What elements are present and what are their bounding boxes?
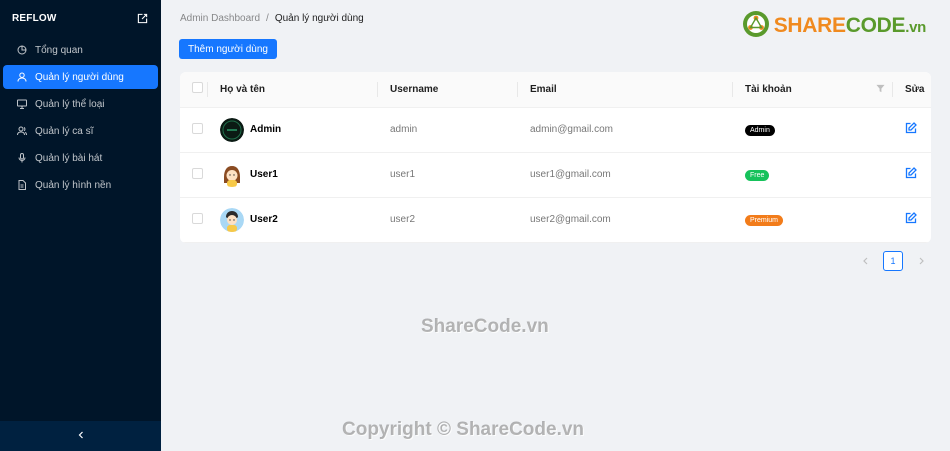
pagination: 1 (855, 251, 931, 271)
avatar (220, 117, 244, 142)
sidebar-item-wallpapers[interactable]: Quản lý hình nền (3, 173, 158, 197)
chevron-left-icon (77, 431, 85, 442)
main-content: Admin Dashboard / Quản lý người dùng Thê… (161, 0, 950, 451)
name-cell: Admin (208, 107, 378, 153)
account-tag: Admin (745, 124, 775, 136)
breadcrumb: Admin Dashboard / Quản lý người dùng (180, 13, 364, 24)
column-header-email[interactable]: Email (518, 72, 733, 108)
edit-icon[interactable] (905, 167, 917, 179)
name-cell: User1 (208, 152, 378, 198)
name-cell: User2 (208, 197, 378, 243)
sidebar-item-label: Quản lý người dùng (35, 71, 124, 83)
account-tag: Premium (745, 214, 784, 226)
username-cell: admin (378, 107, 518, 153)
user-icon (17, 72, 27, 82)
select-all-cell (180, 72, 208, 108)
column-header-name[interactable]: Họ và tên (208, 72, 378, 108)
edit-cell (893, 152, 931, 198)
user-name: User1 (250, 169, 278, 180)
row-select-cell (180, 197, 208, 243)
row-checkbox[interactable] (192, 167, 203, 179)
sidebar-item-songs[interactable]: Quản lý bài hát (3, 146, 158, 170)
user-name: Admin (250, 124, 282, 135)
pagination-prev-button[interactable] (855, 251, 875, 271)
edit-icon[interactable] (905, 122, 917, 134)
sidebar-header: REFLOW (0, 0, 161, 36)
email-cell: user1@gmail.com (518, 152, 733, 198)
sidebar-collapse-button[interactable] (0, 421, 161, 451)
table-row: User1 user1 user1@gmail.com Free (180, 152, 931, 198)
filter-icon[interactable] (876, 84, 885, 96)
pie-chart-icon (17, 45, 27, 55)
watermark-footer: Copyright © ShareCode.vn (342, 419, 585, 440)
row-checkbox[interactable] (192, 122, 203, 134)
breadcrumb-separator: / (266, 13, 269, 24)
email-cell: admin@gmail.com (518, 107, 733, 153)
email-cell: user2@gmail.com (518, 197, 733, 243)
row-select-cell (180, 107, 208, 153)
chevron-right-icon (919, 257, 924, 265)
table-row: User2 user2 user2@gmail.com Premium (180, 197, 931, 243)
sidebar-item-overview[interactable]: Tổng quan (3, 38, 158, 62)
sidebar-item-genres[interactable]: Quản lý thể loại (3, 92, 158, 116)
row-checkbox[interactable] (192, 212, 203, 224)
account-cell: Free (733, 152, 893, 198)
edit-icon[interactable] (905, 212, 917, 224)
sidebar-menu: Tổng quan Quản lý người dùng Quản lý thể… (0, 36, 161, 197)
account-cell: Admin (733, 107, 893, 153)
sidebar-item-label: Quản lý thể loại (35, 98, 105, 110)
sharecode-logo-text: SHARECODE.vn (773, 13, 927, 37)
users-table: Họ và tên Username Email Tài khoản Sửa A… (180, 72, 931, 243)
external-link-icon[interactable] (135, 11, 149, 25)
sidebar-item-users[interactable]: Quản lý người dùng (3, 65, 158, 89)
user-name: User2 (250, 214, 278, 225)
sidebar-item-label: Quản lý bài hát (35, 152, 103, 164)
column-header-account[interactable]: Tài khoản (733, 72, 893, 108)
team-icon (17, 126, 27, 136)
sharecode-logo-icon (742, 10, 770, 41)
add-user-button[interactable]: Thêm người dùng (179, 39, 277, 59)
select-all-checkbox[interactable] (192, 82, 203, 94)
sidebar-item-label: Tổng quan (35, 44, 83, 56)
column-header-account-label: Tài khoản (745, 83, 792, 95)
edit-cell (893, 197, 931, 243)
column-header-username[interactable]: Username (378, 72, 518, 108)
table-header-row: Họ và tên Username Email Tài khoản Sửa (180, 72, 931, 108)
breadcrumb-root[interactable]: Admin Dashboard (180, 13, 260, 24)
username-cell: user2 (378, 197, 518, 243)
pagination-next-button[interactable] (911, 251, 931, 271)
file-icon (17, 180, 27, 190)
account-cell: Premium (733, 197, 893, 243)
sidebar-item-singers[interactable]: Quản lý ca sĩ (3, 119, 158, 143)
desktop-icon (17, 99, 27, 109)
pagination-page-button[interactable]: 1 (883, 251, 903, 271)
account-tag: Free (745, 169, 770, 181)
watermark-center: ShareCode.vn (421, 316, 549, 337)
avatar (220, 162, 244, 187)
sidebar-item-label: Quản lý ca sĩ (35, 125, 94, 137)
username-cell: user1 (378, 152, 518, 198)
microphone-icon (17, 153, 27, 163)
column-header-edit: Sửa (893, 72, 931, 108)
sidebar-item-label: Quản lý hình nền (35, 179, 112, 191)
breadcrumb-current: Quản lý người dùng (274, 13, 364, 24)
brand-name: REFLOW (12, 12, 57, 24)
avatar (220, 207, 244, 232)
sharecode-logo: SHARECODE.vn (742, 10, 926, 41)
sidebar: REFLOW Tổng quan Quản lý người dùng Quản… (0, 0, 161, 451)
chevron-left-icon (862, 257, 867, 265)
edit-cell (893, 107, 931, 153)
table-row: Admin admin admin@gmail.com Admin (180, 107, 931, 153)
row-select-cell (180, 152, 208, 198)
